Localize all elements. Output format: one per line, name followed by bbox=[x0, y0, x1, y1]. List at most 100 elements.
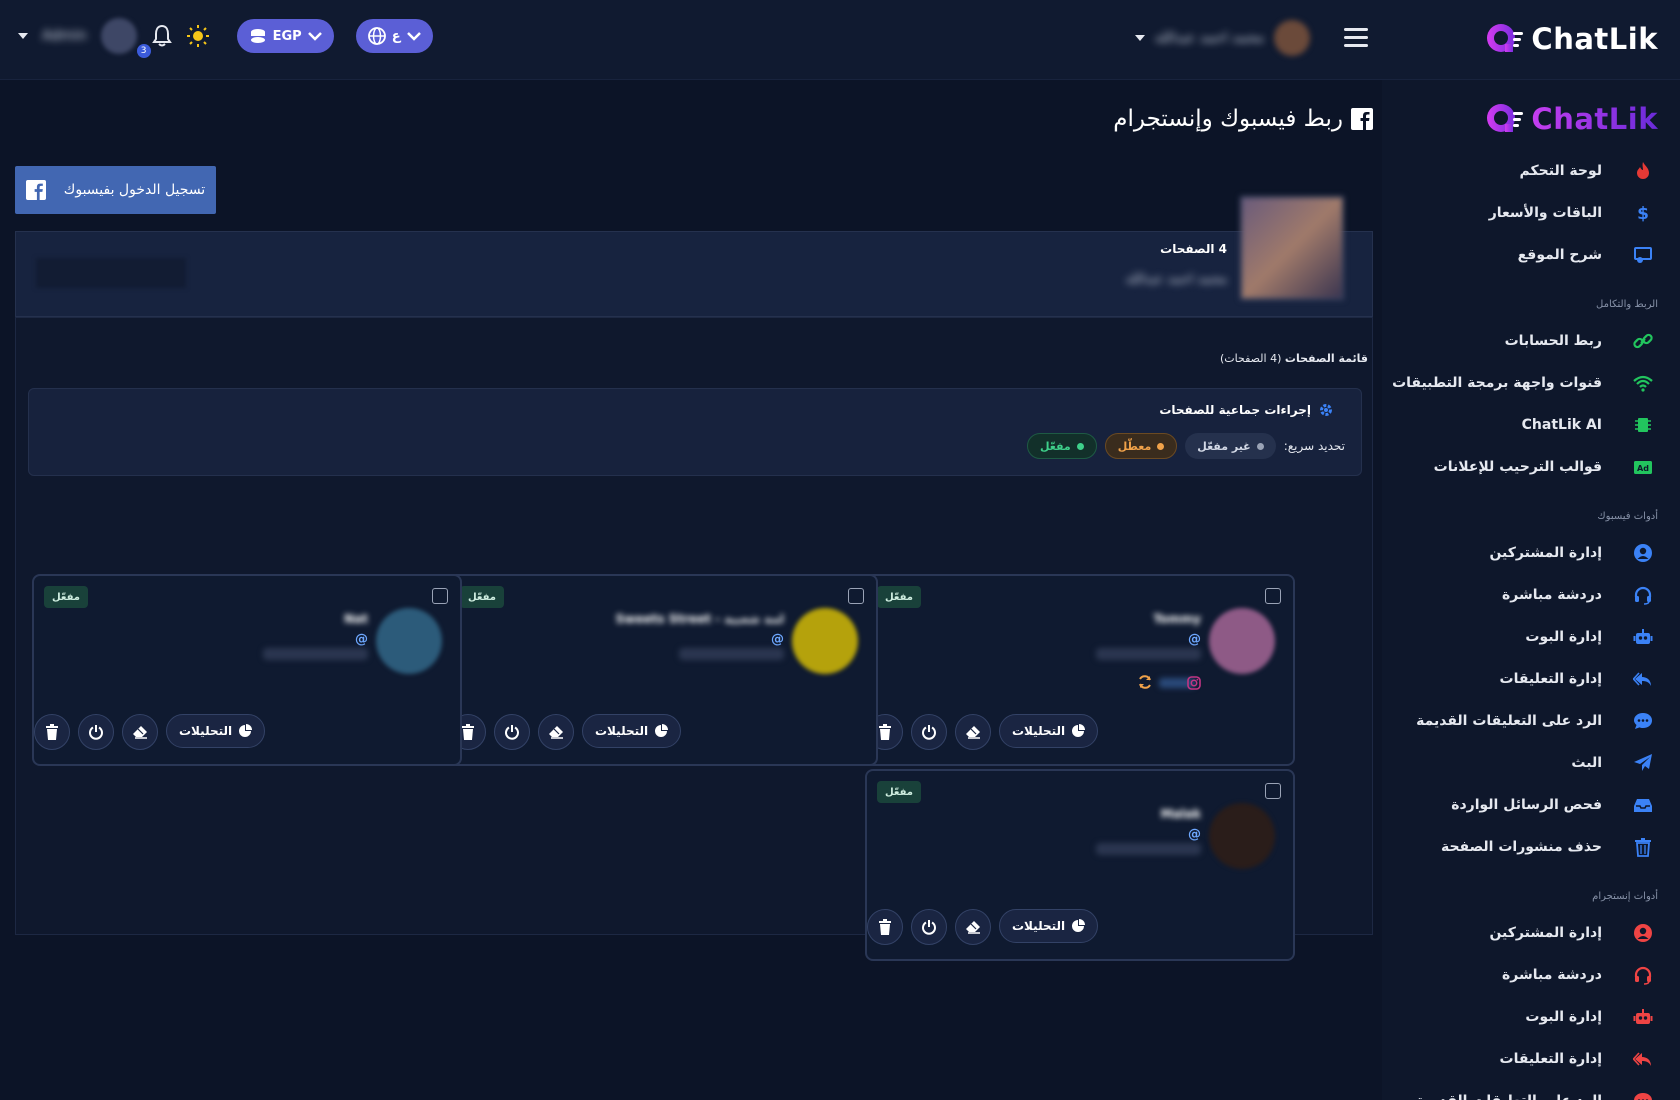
currency-selector[interactable]: EGP bbox=[236, 19, 334, 53]
language-selector[interactable]: ع bbox=[355, 19, 433, 53]
sidebar-item[interactable]: $ الباقات والأسعار bbox=[1382, 192, 1680, 234]
page-select-checkbox[interactable] bbox=[432, 588, 448, 604]
sidebar-item[interactable]: إدارة المشتركين bbox=[1382, 912, 1680, 954]
sidebar-item-label: حذف منشورات الصفحة bbox=[1440, 839, 1602, 855]
user-circle-icon bbox=[1632, 922, 1654, 944]
sidebar-brand-logo[interactable]: ChatLik bbox=[1485, 102, 1658, 136]
sidebar-item[interactable]: دردشة مباشرة bbox=[1382, 954, 1680, 996]
user-menu[interactable]: محمد احمد عبدالله bbox=[1134, 20, 1310, 56]
pie-chart-icon bbox=[239, 724, 253, 737]
sidebar-item[interactable]: الرد على التعليقات القديمة bbox=[1382, 700, 1680, 742]
select-paused-chip[interactable]: معطّل bbox=[1104, 433, 1178, 459]
bulk-actions-box: إجراءات جماعية للصفحات تحديد سريع: غير م… bbox=[28, 388, 1362, 476]
sidebar-item-label: ربط الحسابات bbox=[1504, 333, 1602, 349]
analytics-button[interactable]: التحليلات bbox=[166, 714, 266, 748]
sidebar-item[interactable]: إدارة البوت bbox=[1382, 616, 1680, 658]
page-handle bbox=[679, 648, 784, 660]
select-disabled-chip[interactable]: غير مفعّل bbox=[1185, 433, 1276, 459]
select-enabled-chip[interactable]: مفعّل bbox=[1026, 433, 1097, 459]
trash-icon bbox=[879, 724, 891, 740]
toggle-power-button[interactable] bbox=[911, 909, 947, 945]
facebook-login-button[interactable]: تسجيل الدخول بفيسبوك bbox=[15, 166, 216, 214]
sidebar-item[interactable]: إدارة التعليقات bbox=[1382, 658, 1680, 700]
clear-button[interactable] bbox=[538, 714, 574, 750]
facebook-login-label: تسجيل الدخول بفيسبوك bbox=[63, 182, 206, 198]
sidebar-item[interactable]: البث bbox=[1382, 742, 1680, 784]
page-name: Malak bbox=[1160, 807, 1201, 821]
eraser-icon bbox=[133, 726, 147, 739]
sidebar-item[interactable]: حذف منشورات الصفحة bbox=[1382, 826, 1680, 868]
toggle-power-button[interactable] bbox=[494, 714, 530, 750]
link-icon bbox=[1632, 330, 1654, 352]
instagram-icon bbox=[1187, 676, 1201, 694]
at-sign: @ bbox=[1188, 827, 1201, 842]
page-avatar bbox=[1209, 803, 1275, 869]
eraser-icon bbox=[966, 921, 980, 934]
toggle-power-button[interactable] bbox=[911, 714, 947, 750]
menu-toggle-icon[interactable] bbox=[1344, 28, 1368, 52]
sidebar: ChatLik لوحة التحكم $ الباقات والأسعار شرح … bbox=[1382, 80, 1680, 1100]
sidebar-item[interactable]: شرح الموقع bbox=[1382, 234, 1680, 276]
page-name: Nat bbox=[344, 612, 368, 626]
fire-icon bbox=[1632, 160, 1654, 182]
status-badge: مفعّل bbox=[877, 586, 921, 608]
sidebar-item[interactable]: الرد على التعليقات القديمة bbox=[1382, 1080, 1680, 1100]
clear-button[interactable] bbox=[955, 714, 991, 750]
page-name: لمة شعبية - Sweets Street bbox=[615, 612, 784, 626]
delete-page-button[interactable] bbox=[34, 714, 70, 750]
sidebar-item[interactable]: دردشة مباشرة bbox=[1382, 574, 1680, 616]
quick-select-row: تحديد سريع: غير مفعّل معطّل مفعّل bbox=[1026, 433, 1345, 459]
chevron-down-icon[interactable] bbox=[18, 33, 28, 39]
page-select-checkbox[interactable] bbox=[1265, 588, 1281, 604]
sidebar-item[interactable]: إدارة البوت bbox=[1382, 996, 1680, 1038]
pages-list-title: قائمة الصفحات (4 الصفحات) bbox=[1219, 352, 1368, 365]
sidebar-item[interactable]: إدارة التعليقات bbox=[1382, 1038, 1680, 1080]
chip-icon bbox=[1632, 414, 1654, 436]
coins-icon bbox=[250, 29, 265, 43]
sidebar-item[interactable]: قنوات واجهة برمجة التطبيقات bbox=[1382, 362, 1680, 404]
sidebar-item[interactable]: إدارة المشتركين bbox=[1382, 532, 1680, 574]
sidebar-item[interactable]: Ad قوالب الترحيب للإعلانات bbox=[1382, 446, 1680, 488]
page-handle bbox=[263, 648, 368, 660]
svg-text:Ad: Ad bbox=[1637, 464, 1649, 473]
account-action-placeholder[interactable] bbox=[36, 258, 186, 288]
chevron-down-icon bbox=[1134, 35, 1145, 41]
at-sign: @ bbox=[355, 632, 368, 647]
page-handle bbox=[1096, 648, 1201, 660]
eraser-icon bbox=[966, 726, 980, 739]
chevron-down-icon bbox=[406, 32, 421, 41]
delete-page-button[interactable] bbox=[867, 909, 903, 945]
analytics-button[interactable]: التحليلات bbox=[999, 909, 1099, 943]
analytics-button[interactable]: التحليلات bbox=[582, 714, 682, 748]
sidebar-item[interactable]: ربط الحسابات bbox=[1382, 320, 1680, 362]
page-select-checkbox[interactable] bbox=[848, 588, 864, 604]
sidebar-item[interactable]: فحص الرسائل الواردة bbox=[1382, 784, 1680, 826]
sync-icon[interactable] bbox=[1137, 674, 1153, 694]
page-select-checkbox[interactable] bbox=[1265, 783, 1281, 799]
notification-count-badge: 3 bbox=[136, 44, 151, 58]
sun-icon[interactable] bbox=[186, 25, 209, 47]
analytics-button[interactable]: التحليلات bbox=[999, 714, 1099, 748]
toggle-power-button[interactable] bbox=[78, 714, 114, 750]
facebook-square-icon bbox=[1351, 108, 1373, 130]
sidebar-item[interactable]: لوحة التحكم bbox=[1382, 150, 1680, 192]
sidebar-item[interactable]: ChatLik AI bbox=[1382, 404, 1680, 446]
notifications-bell[interactable]: 3 bbox=[136, 24, 173, 58]
pie-chart-icon bbox=[1072, 724, 1086, 737]
sidebar-item-label: ChatLik AI bbox=[1521, 417, 1602, 433]
brand-logo[interactable]: ChatLik bbox=[1485, 22, 1658, 56]
comment-dots-icon bbox=[1632, 1090, 1654, 1100]
page-card: مفعّل لمة شعبية - Sweets Street @ التحلي… bbox=[448, 574, 878, 766]
left-user-name: Admin bbox=[42, 28, 87, 44]
sidebar-item-label: الرد على التعليقات القديمة bbox=[1416, 1093, 1602, 1100]
clear-button[interactable] bbox=[955, 909, 991, 945]
sidebar-item-label: قنوات واجهة برمجة التطبيقات bbox=[1392, 375, 1602, 391]
at-sign: @ bbox=[1188, 632, 1201, 647]
avatar[interactable] bbox=[100, 18, 137, 54]
card-actions: التحليلات bbox=[867, 909, 1293, 945]
page-handle bbox=[1096, 843, 1201, 855]
video-tutorial-icon bbox=[1632, 244, 1654, 266]
status-badge: مفعّل bbox=[460, 586, 504, 608]
clear-button[interactable] bbox=[122, 714, 158, 750]
sidebar-section-label: أدوات فيسبوك bbox=[1597, 511, 1658, 522]
